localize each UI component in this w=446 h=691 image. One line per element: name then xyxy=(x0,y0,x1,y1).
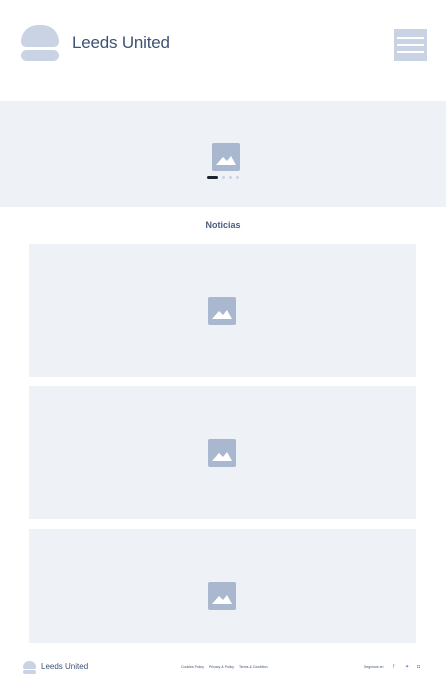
hamburger-menu-button[interactable] xyxy=(394,29,427,61)
footer-brand-name[interactable]: Leeds United xyxy=(41,662,88,671)
site-footer: Leeds United Cookies Policy Privacy & Po… xyxy=(0,652,446,691)
footer-link-cookies[interactable]: Cookies Policy xyxy=(181,665,204,669)
news-card[interactable] xyxy=(29,386,416,519)
logo-icon[interactable] xyxy=(21,25,59,61)
carousel-dot-1[interactable] xyxy=(207,176,218,179)
image-placeholder-icon xyxy=(212,143,240,171)
footer-logo-top-shape xyxy=(23,661,36,669)
logo-bottom-shape xyxy=(21,50,59,61)
brand-name[interactable]: Leeds United xyxy=(72,33,170,53)
carousel-dot-4[interactable] xyxy=(236,176,239,179)
image-placeholder-icon xyxy=(208,439,236,467)
footer-link-terms[interactable]: Terms & Condition xyxy=(239,665,268,669)
carousel-dot-2[interactable] xyxy=(222,176,225,179)
facebook-icon[interactable]: f xyxy=(393,664,394,670)
instagram-icon[interactable]: ◘ xyxy=(417,664,420,670)
news-card[interactable] xyxy=(29,529,416,643)
footer-links: Cookies Policy Privacy & Policy Terms & … xyxy=(181,665,272,669)
news-section-title: Noticias xyxy=(205,220,241,230)
footer-logo-icon[interactable] xyxy=(23,661,36,674)
carousel-dot-3[interactable] xyxy=(229,176,232,179)
menu-bar-middle xyxy=(397,44,424,46)
news-card[interactable] xyxy=(29,244,416,377)
hero-carousel[interactable] xyxy=(0,101,446,207)
image-placeholder-icon xyxy=(208,582,236,610)
menu-bar-bottom xyxy=(397,51,424,53)
image-placeholder-icon xyxy=(208,297,236,325)
twitter-icon[interactable]: ✦ xyxy=(405,664,409,670)
logo-top-shape xyxy=(21,25,59,47)
menu-bar-top xyxy=(397,37,424,39)
footer-logo-bottom-shape xyxy=(23,670,36,674)
site-header: Leeds United xyxy=(0,0,446,90)
footer-link-privacy[interactable]: Privacy & Policy xyxy=(209,665,234,669)
follow-label: Seguinos en xyxy=(364,665,384,669)
